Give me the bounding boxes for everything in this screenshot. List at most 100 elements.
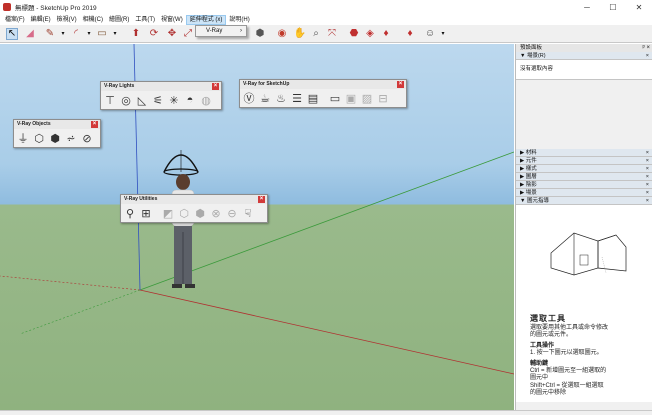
arc-dropdown-icon[interactable]: ▾ (83, 28, 95, 40)
select-tool-icon[interactable]: ↖ (6, 28, 18, 40)
maximize-button[interactable]: ☐ (600, 0, 626, 14)
tray-title: 預設面板 ᵖ × (516, 44, 652, 52)
sketchup-logo-icon (3, 3, 11, 11)
arc-tool-icon[interactable]: ◜ (70, 28, 82, 40)
tray-section-styles[interactable]: ▶ 樣式 × (516, 165, 652, 173)
extension-warehouse-icon[interactable]: ◈ (364, 28, 376, 40)
pencil-dropdown-icon[interactable]: ▾ (57, 28, 69, 40)
menu-extensions[interactable]: 延伸程式 (x) (185, 14, 227, 25)
vray-for-sketchup-panel[interactable]: V-Ray for SketchUp × Ⓥ ☕ ♨ ☰ ▤ ▭ ▣ ▨ ⊟ (239, 79, 407, 108)
zoom-tool-icon[interactable]: ⌕ (310, 28, 322, 40)
rect-light-icon[interactable]: ⊤ (103, 93, 117, 107)
tray-scenes-header[interactable]: ▼ 場景(R) × (516, 52, 652, 60)
dome-light-icon[interactable]: ◓ (183, 93, 197, 107)
ies-light-icon[interactable]: ⚟ (151, 93, 165, 107)
clipper-icon[interactable]: ⊘ (80, 131, 94, 145)
viewport-render-icon[interactable]: ▭ (328, 91, 342, 105)
menu-draw[interactable]: 繪圖(R) (106, 15, 132, 25)
render-settings-icon[interactable]: ▤ (306, 91, 320, 105)
menu-tools[interactable]: 工具(T) (132, 15, 158, 25)
menu-view[interactable]: 檢視(V) (54, 15, 80, 25)
zoom-extents-icon[interactable]: ⤧ (326, 28, 338, 40)
paint-bucket-icon[interactable]: ⬢ (254, 28, 266, 40)
instructor-mod-1: Ctrl = 新增圖元至一組選取的 (530, 368, 607, 374)
frame-buffer-icon[interactable]: ☰ (290, 91, 304, 105)
cube-icon[interactable]: ⬡ (177, 206, 191, 220)
spot-light-icon[interactable]: ◺ (135, 93, 149, 107)
mesh-light-icon[interactable]: ◍ (199, 93, 213, 107)
tray-section-scenes[interactable]: ▶ 場景 × (516, 189, 652, 197)
extensions-dropdown[interactable]: V-Ray › (195, 25, 247, 37)
account-icon[interactable]: ☺ (424, 28, 436, 40)
vray-sketchup-close-button[interactable]: × (397, 81, 404, 88)
eraser-tool-icon[interactable]: ◢ (24, 28, 36, 40)
vray-objects-title[interactable]: V-Ray Objects × (14, 120, 100, 129)
vray-objects-close-button[interactable]: × (91, 121, 98, 128)
pointer-icon[interactable]: ☟ (241, 206, 255, 220)
minimize-button[interactable]: ─ (574, 0, 600, 14)
region-render-icon[interactable]: ▣ (344, 91, 358, 105)
scale-tool-icon[interactable]: ⤢ (182, 28, 194, 40)
instructor-heading: 選取工具 (530, 314, 566, 323)
instructor-mod-1b: 圖元中 (530, 375, 549, 381)
vray-utilities-close-button[interactable]: × (258, 196, 265, 203)
close-button[interactable]: ✕ (626, 0, 652, 14)
model-viewport[interactable]: V-Ray Lights × ⊤ ◎ ◺ ⚟ ✳ ◓ ◍ V-Ray for S… (0, 44, 514, 410)
account-dropdown-icon[interactable]: ▾ (437, 28, 449, 40)
tray-pin-close-icon[interactable]: ᵖ × (643, 44, 650, 52)
push-pull-tool-icon[interactable]: ⬆ (130, 28, 142, 40)
pencil-tool-icon[interactable]: ✎ (44, 28, 56, 40)
tray-section-layers[interactable]: ▶ 圖層 × (516, 173, 652, 181)
3d-warehouse-icon[interactable]: ⬣ (348, 28, 360, 40)
asset-editor-icon[interactable]: Ⓥ (242, 91, 256, 105)
vray-utilities-title[interactable]: V-Ray Utilities × (121, 195, 267, 204)
rotate-tool-icon[interactable]: ⟳ (148, 28, 160, 40)
quick-gradient-icon[interactable]: ◩ (161, 206, 175, 220)
material-swap-icon[interactable]: ⊞ (139, 206, 153, 220)
move-tool-icon[interactable]: ✥ (166, 28, 178, 40)
ruby-console-icon[interactable]: ♦ (380, 28, 392, 40)
orbit-tool-icon[interactable]: ◉ (276, 28, 288, 40)
instructor-panel: 選取工具 選取要用其他工具或命令修改 的圖元或元件。 工具操作 1. 按一下圖元… (516, 205, 652, 402)
lock-camera-icon[interactable]: ⊟ (376, 91, 390, 105)
instructor-desc-1: 選取要用其他工具或命令修改 (530, 325, 609, 331)
menu-help[interactable]: 說明(H) (226, 15, 252, 25)
vray-lights-close-button[interactable]: × (212, 83, 219, 90)
tray-section-instructor[interactable]: ▼ 圖元指導 × (516, 197, 652, 205)
tray-section-shadows[interactable]: ▶ 陰影 × (516, 181, 652, 189)
interactive-render-icon[interactable]: ♨ (274, 91, 288, 105)
sphere-cross-icon[interactable]: ⊗ (209, 206, 223, 220)
infinite-plane-icon[interactable]: ⏚ (16, 131, 30, 145)
pan-tool-icon[interactable]: ✋ (294, 28, 306, 40)
tray-gap (516, 80, 652, 149)
rectangle-dropdown-icon[interactable]: ▾ (109, 28, 121, 40)
vray-menu-item[interactable]: V-Ray (206, 28, 222, 34)
tray-section-components[interactable]: ▶ 元件 × (516, 157, 652, 165)
fur-icon[interactable]: ⩫ (64, 131, 78, 145)
mesh-export-icon[interactable]: ⬢ (48, 131, 62, 145)
render-icon[interactable]: ☕ (258, 91, 272, 105)
cloud-render-icon[interactable]: ▨ (360, 91, 374, 105)
no-selection-label: 沒有選取內容 (516, 60, 652, 80)
menu-file[interactable]: 檔案(F) (2, 15, 28, 25)
omni-light-icon[interactable]: ✳ (167, 93, 181, 107)
vray-sketchup-title[interactable]: V-Ray for SketchUp × (240, 80, 406, 89)
menu-window[interactable]: 視窗(W) (158, 15, 186, 25)
sphere-flat-icon[interactable]: ⊖ (225, 206, 239, 220)
vray-utilities-panel[interactable]: V-Ray Utilities × ⚲ ⊞ ◩ ⬡ ⬢ ⊗ ⊖ ☟ (120, 194, 268, 223)
tray-section-materials[interactable]: ▶ 材料 × (516, 149, 652, 157)
send-to-layout-icon[interactable]: ♦ (404, 28, 416, 40)
green-axis-dashed (19, 289, 141, 335)
sphere-light-icon[interactable]: ◎ (119, 93, 133, 107)
cube-2-icon[interactable]: ⬢ (193, 206, 207, 220)
vray-lights-panel[interactable]: V-Ray Lights × ⊤ ◎ ◺ ⚟ ✳ ◓ ◍ (100, 81, 222, 110)
vray-objects-panel[interactable]: V-Ray Objects × ⏚ ⬡ ⬢ ⩫ ⊘ (13, 119, 101, 148)
vray-lights-title[interactable]: V-Ray Lights × (101, 82, 221, 91)
title-bar: 無標題 - SketchUp Pro 2019 ─ ☐ ✕ (0, 0, 652, 14)
menu-edit[interactable]: 編輯(E) (28, 15, 54, 25)
proxy-icon[interactable]: ⬡ (32, 131, 46, 145)
pick-material-icon[interactable]: ⚲ (123, 206, 137, 220)
status-bar (0, 410, 652, 415)
menu-camera[interactable]: 相機(C) (80, 15, 106, 25)
rectangle-tool-icon[interactable]: ▭ (96, 28, 108, 40)
